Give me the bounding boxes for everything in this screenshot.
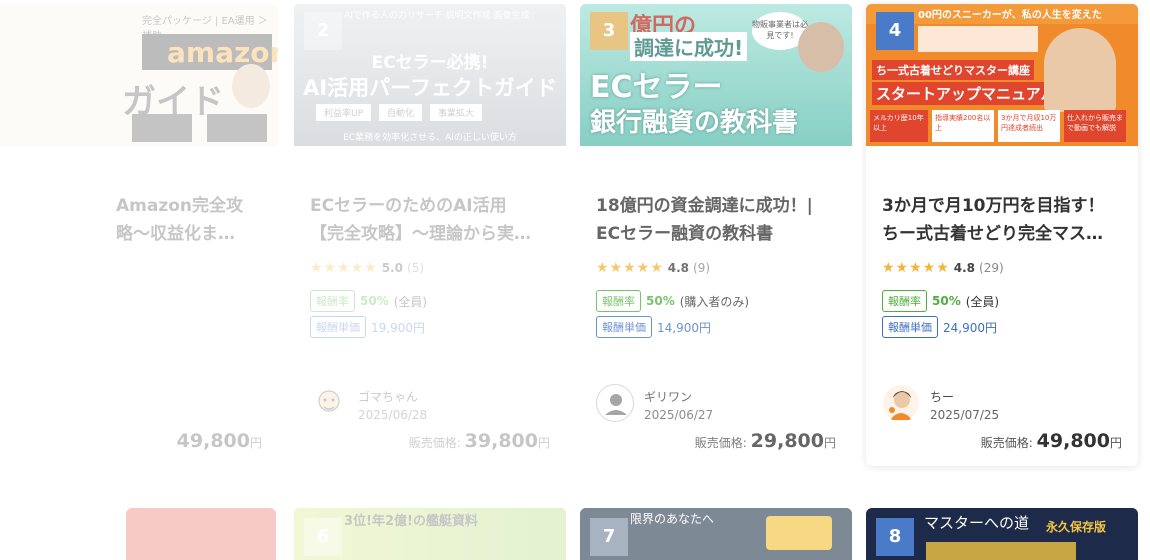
star-icons: ★★★★★ [596, 260, 664, 276]
product-card-5[interactable] [126, 508, 276, 560]
rank-badge: 7 [590, 518, 628, 556]
thumb-top-text: 限界のあなたへ [630, 512, 715, 526]
thumb-top-text: 00円のスニーカーが、私の人生を変えた [918, 10, 1102, 21]
reward-rate-row: 報酬率 50% (全員) [882, 290, 999, 312]
rank-badge: 3 [590, 12, 628, 50]
sale-price: 49,800円 [176, 430, 262, 452]
thumb-badge: 3か月で月収10万円達成者続出 [998, 110, 1060, 142]
default-user-icon[interactable] [596, 384, 634, 422]
product-card-3[interactable]: 3 億円の 調達に成功! 物販事業者は必見です! ECセラー 銀行融資の教科書 … [580, 4, 852, 466]
star-icons: ★★★★★ [310, 260, 378, 276]
reward-rate-row: 報酬率 50% (購入者のみ) [596, 290, 749, 312]
rating: ★★★★★ 4.8 (29) [882, 260, 1004, 276]
author-name[interactable]: ちー [930, 388, 999, 406]
thumb-line-1: ECセラー [590, 70, 723, 105]
reward-unit-row: 報酬単価 24,900円 [882, 316, 997, 338]
star-icons: ★★★★★ [882, 260, 950, 276]
product-title[interactable]: ECセラーのためのAI活用 【完全攻略】〜理論から実… [310, 192, 554, 248]
author-info: ゴマちゃん 2025/06/28 [358, 388, 427, 424]
rating: ★★★★★ 4.8 (9) [596, 260, 711, 276]
product-card-2[interactable]: 2 AIで作る人の力リサーチ 説明文作成 画像生成 ECセラー必携! AI活用パ… [294, 4, 566, 466]
thumb-badge: メルカリ歴10年以上 [870, 110, 928, 142]
thumb-line-2: AI活用パーフェクトガイド [303, 76, 557, 100]
thumb-top-text: AIで作る人の力リサーチ 説明文作成 画像生成 [344, 11, 530, 21]
rank-badge: 8 [876, 518, 914, 556]
thumb-top-text: 3位!年2億!の艦艇資料 [344, 514, 478, 529]
product-card-4[interactable]: 4 00円のスニーカーが、私の人生を変えた ち一式古着せどりマスター講座 スター… [866, 4, 1138, 466]
thumb-line-2: 銀行融資の教科書 [590, 108, 799, 138]
thumb-badge: 永久保存版 [1046, 520, 1107, 534]
thumb-top-text: マスターへの道 [924, 514, 1030, 532]
author-info: ちー 2025/07/25 [930, 388, 999, 424]
rating: ★★★★★ 5.0 (5) [310, 260, 425, 276]
product-thumbnail[interactable]: 2 AIで作る人の力リサーチ 説明文作成 画像生成 ECセラー必携! AI活用パ… [294, 4, 566, 146]
reward-unit-row: 報酬単価 19,900円 [310, 316, 425, 338]
rank-badge: 6 [304, 518, 342, 556]
author-avatar[interactable] [310, 384, 348, 422]
thumb-chip: 利益率UP [316, 104, 372, 121]
sale-price: 販売価格: 39,800円 [408, 430, 550, 452]
thumb-brand: amazon [167, 36, 278, 69]
product-card-8[interactable]: 8 マスターへの道 永久保存版 [866, 508, 1138, 560]
reward-unit-row: 報酬単価 14,900円 [596, 316, 711, 338]
product-thumbnail[interactable]: 4 00円のスニーカーが、私の人生を変えた ち一式古着せどりマスター講座 スター… [866, 4, 1138, 146]
post-date: 2025/07/25 [930, 408, 1000, 422]
product-title[interactable]: 3か月で月10万円を目指す！ ちー式古着せどり完全マス… [882, 192, 1126, 248]
thumb-mid-text: ち一式古着せどりマスター講座 [872, 60, 1034, 80]
product-thumbnail[interactable]: 完全パッケージ | EA運用 ＞ 補助 amazon ガイド [0, 4, 278, 146]
thumb-bottom: EC業務を効率化させる、AIの正しい使い方 [343, 133, 517, 143]
rank-badge: 4 [876, 12, 914, 50]
thumb-line-1: ECセラー必携! [371, 53, 489, 73]
thumb-badge: 仕入れから販売まで動画でも解説 [1064, 110, 1126, 142]
post-date: 2025/06/28 [358, 408, 428, 422]
sale-price: 販売価格: 29,800円 [694, 430, 836, 452]
thumb-chip: 事業拡大 [430, 104, 483, 121]
reward-rate-row: 報酬率 50% (全員) [310, 290, 427, 312]
product-title[interactable]: 18億円の資金調達に成功！| ECセラー融資の教科書 [596, 192, 840, 248]
post-date: 2025/06/27 [644, 408, 714, 422]
product-thumbnail[interactable]: 3 億円の 調達に成功! 物販事業者は必見です! ECセラー 銀行融資の教科書 [580, 4, 852, 146]
thumb-chip: 自動化 [379, 104, 423, 121]
sale-price: 販売価格: 49,800円 [980, 430, 1122, 452]
author-name[interactable]: ギリワン [644, 388, 713, 406]
thumb-badge: 指導実績200名以上 [932, 110, 994, 142]
thumb-mid-text: 調達に成功! [630, 32, 748, 61]
product-card-7[interactable]: 7 限界のあなたへ [580, 508, 852, 560]
author-avatar[interactable] [882, 384, 920, 422]
product-title[interactable]: Amazon完全攻 略〜収益化ま… [116, 192, 278, 248]
product-card-1[interactable]: 完全パッケージ | EA運用 ＞ 補助 amazon ガイド Amazon完全攻… [0, 4, 278, 466]
author-info: ギリワン 2025/06/27 [644, 388, 713, 424]
author-name[interactable]: ゴマちゃん [358, 388, 427, 406]
product-card-6[interactable]: 6 3位!年2億!の艦艇資料 [294, 508, 566, 560]
rank-badge: 2 [304, 12, 342, 50]
